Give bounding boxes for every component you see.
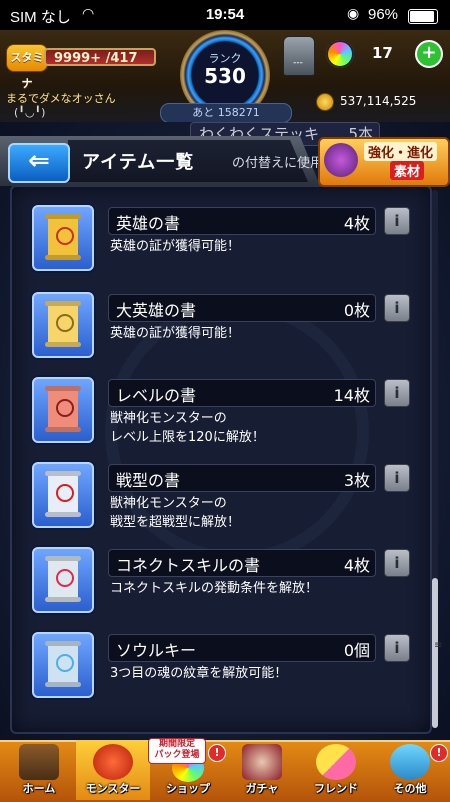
other-question-icon xyxy=(390,744,430,780)
scroll-emblem-icon xyxy=(56,399,74,417)
item-thumbnail[interactable] xyxy=(32,632,94,698)
item-count: 14枚 xyxy=(333,386,370,405)
evolve-button-sublabel: 素材 xyxy=(390,161,425,180)
item-description: 英雄の証が獲得可能！ xyxy=(110,326,241,341)
scroll-emblem-icon xyxy=(56,569,74,587)
item-row[interactable]: 大英雄の書 0枚 i 英雄の証が獲得可能！ xyxy=(24,292,424,362)
monster-icon xyxy=(93,744,133,780)
rotation-lock-icon: ◉ xyxy=(347,5,360,21)
item-count: 0個 xyxy=(343,641,370,660)
scroll-emblem-icon xyxy=(56,314,74,332)
item-name: レベルの書 xyxy=(116,386,197,405)
nav-friend[interactable]: フレンド xyxy=(300,740,372,800)
nav-monster[interactable]: モンスター xyxy=(76,740,150,800)
gacha-icon xyxy=(242,744,282,780)
battery-icon xyxy=(408,9,438,24)
nav-home[interactable]: ホーム xyxy=(4,740,74,800)
item-thumbnail[interactable] xyxy=(32,205,94,271)
nav-gacha-label: ガチャ xyxy=(245,782,279,795)
home-icon xyxy=(19,744,59,780)
lamp-value: --- xyxy=(293,58,303,68)
evolve-monster-icon xyxy=(324,143,358,177)
item-description: 3つ目の魂の紋章を解放可能！ xyxy=(110,666,288,681)
item-name: ソウルキー xyxy=(116,641,197,660)
info-icon[interactable]: i xyxy=(384,634,410,662)
item-count: 0枚 xyxy=(343,301,370,320)
scroll-emblem-icon xyxy=(56,654,74,672)
user-comment: (╹◡╹) xyxy=(14,106,46,119)
item-description: 獣神化モンスターの 戦型を超戦型に解放！ xyxy=(110,496,241,530)
item-name: 英雄の書 xyxy=(116,214,181,233)
item-row[interactable]: ソウルキー 0個 i 3つ目の魂の紋章を解放可能！ xyxy=(24,632,424,702)
item-description: コネクトスキルの発動条件を解放！ xyxy=(110,581,319,596)
scrollbar-grip-icon[interactable]: ≡ xyxy=(434,640,442,651)
stamina-icon: スタミナ xyxy=(6,44,48,90)
orb-count: 17 xyxy=(372,44,393,62)
coin-icon xyxy=(316,93,334,111)
item-description: 獣神化モンスターの レベル上限を120に解放！ xyxy=(110,411,265,445)
nav-gacha[interactable]: ガチャ xyxy=(226,740,298,800)
nav-other-label: その他 xyxy=(393,782,427,795)
next-rank-exp: あと 158271 xyxy=(160,103,292,123)
item-row[interactable]: レベルの書 14枚 i 獣神化モンスターの レベル上限を120に解放！ xyxy=(24,377,424,447)
other-notification-badge: ! xyxy=(430,744,448,762)
info-icon[interactable]: i xyxy=(384,207,410,235)
evolve-material-button[interactable]: 強化・進化 素材 xyxy=(318,137,450,187)
item-count: 4枚 xyxy=(343,556,370,575)
item-count: 4枚 xyxy=(343,214,370,233)
item-description: 英雄の証が獲得可能！ xyxy=(110,239,241,254)
rank-value: 530 xyxy=(204,64,246,88)
buy-orb-button[interactable]: + xyxy=(415,40,443,68)
page-title: アイテム一覧 xyxy=(82,152,195,173)
scrollbar-thumb[interactable] xyxy=(432,578,438,728)
scroll-emblem-icon xyxy=(56,484,74,502)
back-arrow-icon[interactable]: ⇐ xyxy=(8,143,70,183)
item-count: 3枚 xyxy=(343,471,370,490)
nav-monster-label: モンスター xyxy=(85,782,141,795)
info-icon[interactable]: i xyxy=(384,294,410,322)
game-header: スタミナ 9999+ /417 ランク 530 あと 158271 --- 17… xyxy=(0,30,450,123)
info-icon[interactable]: i xyxy=(384,549,410,577)
nav-shop-label: ショップ xyxy=(166,782,210,795)
item-thumbnail[interactable] xyxy=(32,547,94,613)
item-name: 大英雄の書 xyxy=(116,301,197,320)
scroll-emblem-icon xyxy=(56,227,74,245)
battery-percent: 96% xyxy=(368,6,399,23)
item-thumbnail[interactable] xyxy=(32,462,94,528)
evolve-button-label: 強化・進化 xyxy=(364,142,438,161)
item-thumbnail[interactable] xyxy=(32,377,94,443)
friend-balloon-icon xyxy=(316,744,356,780)
orb-icon xyxy=(326,40,354,68)
info-icon[interactable]: i xyxy=(384,379,410,407)
shop-notification-badge: ! xyxy=(208,744,226,762)
stamina-bar: 9999+ /417 xyxy=(44,48,156,66)
item-name: コネクトスキルの書 xyxy=(116,556,261,575)
coin-count: 537,114,525 xyxy=(340,94,417,108)
info-icon[interactable]: i xyxy=(384,464,410,492)
item-name: 戦型の書 xyxy=(116,471,181,490)
item-row[interactable]: コネクトスキルの書 4枚 i コネクトスキルの発動条件を解放！ xyxy=(24,547,424,617)
nav-friend-label: フレンド xyxy=(314,782,358,795)
item-row[interactable]: 英雄の書 4枚 i 英雄の証が獲得可能！ xyxy=(24,205,424,275)
shop-promo-badge: 期間限定 パック登場 xyxy=(148,738,206,764)
username: まるでダメなオッさん xyxy=(6,92,116,105)
lamp-icon[interactable] xyxy=(283,36,315,76)
status-bar: SIM なし ◠ 19:54 ◉ 96% xyxy=(0,0,450,30)
nav-home-label: ホーム xyxy=(22,782,56,795)
item-row[interactable]: 戦型の書 3枚 i 獣神化モンスターの 戦型を超戦型に解放！ xyxy=(24,462,424,532)
item-thumbnail[interactable] xyxy=(32,292,94,358)
